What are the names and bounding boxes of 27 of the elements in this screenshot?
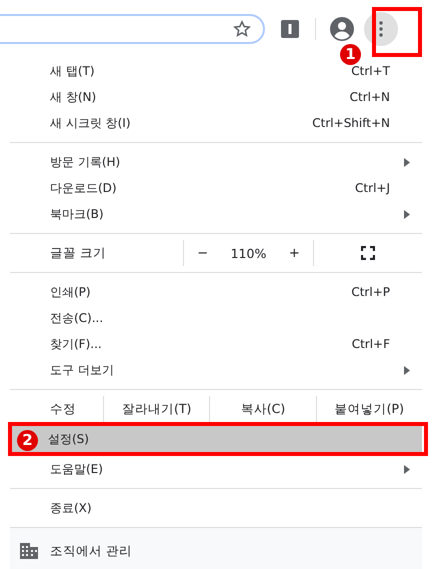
zoom-out-button[interactable]: − xyxy=(193,246,212,260)
fullscreen-icon[interactable] xyxy=(361,246,375,260)
menu-item[interactable]: 전송(C)... xyxy=(10,305,422,331)
menu-item[interactable]: 새 시크릿 창(I) Ctrl+Shift+N xyxy=(10,110,422,136)
managed-by-organization-text: 조직에서 관리 xyxy=(50,542,132,560)
menu-item[interactable]: 방문 기록(H) xyxy=(10,149,422,175)
step-badge: 1 xyxy=(340,44,361,65)
menu-item[interactable]: 찾기(F)... Ctrl+F xyxy=(10,331,422,357)
menu-item[interactable]: 도구 더보기 xyxy=(10,357,422,383)
zoom-in-button[interactable]: + xyxy=(284,246,304,260)
menu-item[interactable]: 도움말(E) xyxy=(10,456,422,482)
menu-item[interactable]: 다운로드(D) Ctrl+J xyxy=(10,175,422,201)
zoom-level: 110% xyxy=(230,246,266,260)
extension-icon[interactable] xyxy=(281,20,299,38)
menu-label: 수정 xyxy=(49,400,77,418)
menu-label: 글꼴 크기 xyxy=(49,244,107,262)
edit-action-button[interactable]: 붙여넣기(P) xyxy=(316,396,422,422)
menu-item[interactable]: 새 창(N) Ctrl+N xyxy=(10,84,422,110)
edit-action-button[interactable]: 잘라내기(T) xyxy=(103,396,210,422)
edit-action-button[interactable]: 복사(C) xyxy=(209,396,316,422)
menu-item[interactable]: 북마크(B) xyxy=(10,201,422,227)
menu-item[interactable]: 인쇄(P) Ctrl+P xyxy=(10,279,422,305)
star-icon[interactable] xyxy=(233,20,251,38)
more-icon xyxy=(379,21,383,37)
menu-item[interactable]: 종료(X) xyxy=(10,495,422,521)
building-icon xyxy=(20,543,38,559)
account-icon[interactable] xyxy=(330,17,354,41)
